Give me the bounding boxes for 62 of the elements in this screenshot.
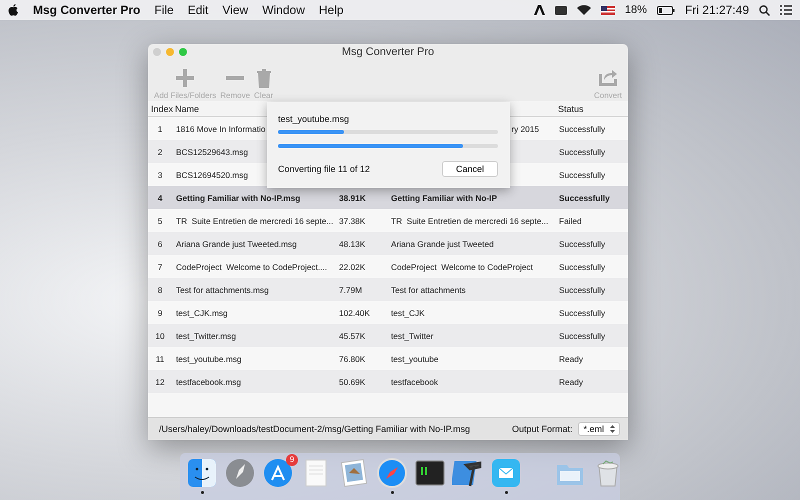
status-cell: Successfully xyxy=(559,192,610,202)
index-cell: 3 xyxy=(158,170,162,180)
subject-cell: test_youtube xyxy=(391,354,439,364)
name-cell: CodeProject Welcome to CodeProject.... xyxy=(176,262,328,272)
subject-cell: Test for attachments xyxy=(391,284,466,294)
status-cell: Failed xyxy=(559,216,582,226)
name-cell: 1816 Move In Informatio xyxy=(176,124,266,134)
name-cell: Test for attachments.msg xyxy=(176,284,269,294)
subject-cell: ry 2015 xyxy=(511,124,539,134)
size-cell: 102.40K xyxy=(339,308,370,318)
name-cell: testfacebook.msg xyxy=(176,376,242,386)
subject-cell: test_CJK xyxy=(391,308,425,318)
status-cell: Successfully xyxy=(559,170,606,180)
index-cell: 12 xyxy=(155,376,165,386)
battery-percent: 18% xyxy=(624,4,647,16)
index-cell: 10 xyxy=(155,330,165,340)
file-path: /Users/haley/Downloads/testDocument-2/msg/Getting Familiar with No-IP.msg xyxy=(159,424,470,434)
subject-cell: Ariana Grande just Tweeted xyxy=(391,238,494,248)
subject-cell: test_Twitter xyxy=(391,330,434,340)
index-cell: 8 xyxy=(158,284,162,294)
size-cell: 7.79M xyxy=(339,284,362,294)
window-title: Msg Converter Pro xyxy=(342,46,434,58)
file-name: test_youtube.msg xyxy=(278,114,350,124)
subject-cell: Getting Familiar with No-IP xyxy=(391,192,498,202)
size-cell: 37.38K xyxy=(339,216,366,226)
index-cell: 1 xyxy=(158,124,162,134)
name-cell: test_Twitter.msg xyxy=(176,330,236,340)
status-cell: Ready xyxy=(559,376,583,386)
status-cell: Successfully xyxy=(559,146,606,156)
index-cell: 4 xyxy=(158,192,162,202)
status-cell: Successfully xyxy=(559,308,606,318)
output-format-label: Output Format: xyxy=(512,424,572,434)
name-cell: Ariana Grande just Tweeted.msg xyxy=(176,238,297,248)
progress-message: Converting file 11 of 12 xyxy=(278,164,370,174)
status-cell: Successfully xyxy=(559,262,606,272)
size-cell: 22.02K xyxy=(339,262,366,272)
index-cell: 9 xyxy=(158,308,162,318)
subject-cell: TR Suite Entretien de mercredi 16 septe... xyxy=(391,216,548,226)
name-cell: BCS12694520.msg xyxy=(176,170,248,180)
index-cell: 2 xyxy=(158,146,162,156)
name-cell: test_CJK.msg xyxy=(176,308,228,318)
status-cell: Successfully xyxy=(559,238,606,248)
index-cell: 11 xyxy=(156,354,164,364)
index-cell: 5 xyxy=(158,216,162,226)
size-cell: 50.69K xyxy=(339,376,366,386)
status-cell: Successfully xyxy=(559,124,606,134)
name-cell: Getting Familiar with No-IP.msg xyxy=(176,192,300,202)
index-cell: 7 xyxy=(158,262,162,272)
subject-cell: CodeProject Welcome to CodeProject xyxy=(391,262,533,272)
size-cell: 76.80K xyxy=(339,354,366,364)
status-cell: Successfully xyxy=(559,284,606,294)
name-cell: test_youtube.msg xyxy=(176,354,242,364)
name-cell: BCS12529643.msg xyxy=(176,146,248,156)
size-cell: 45.57K xyxy=(339,330,366,340)
subject-cell: testfacebook xyxy=(391,376,438,386)
name-cell: TR Suite Entretien de mercredi 16 septe... xyxy=(176,216,334,226)
status-cell: Ready xyxy=(559,354,583,364)
status-cell: Successfully xyxy=(559,330,606,340)
index-cell: 6 xyxy=(158,238,162,248)
notification-badge: 9 xyxy=(286,454,298,466)
size-cell: 48.13K xyxy=(339,238,366,248)
size-cell: 38.91K xyxy=(339,192,366,202)
